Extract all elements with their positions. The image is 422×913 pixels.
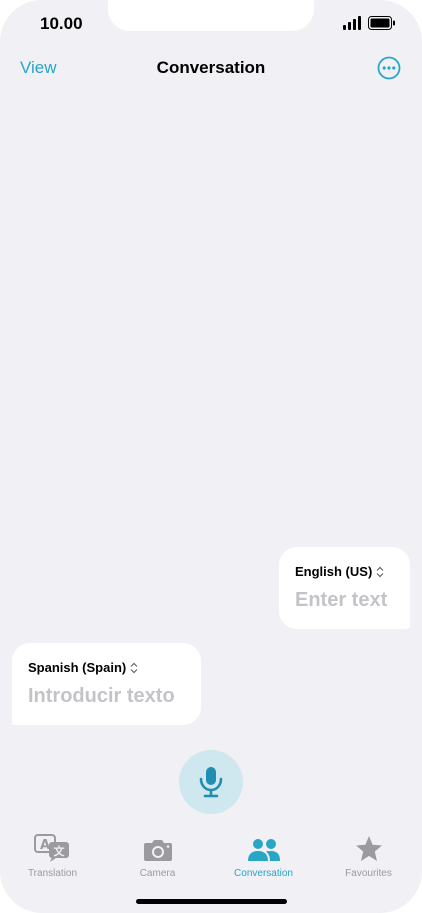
signal-icon [343,16,361,30]
spanish-input-bubble: Spanish (Spain) Introducir texto [12,643,201,725]
translate-icon: A 文 [33,834,69,862]
spanish-language-label: Spanish (Spain) [28,660,127,675]
tab-bar: A 文 Translation Camera Conversation Favo… [0,828,422,888]
spanish-text-input[interactable]: Introducir texto [28,685,175,708]
more-options-icon[interactable] [377,56,401,80]
tab-translation[interactable]: A 文 Translation [0,828,105,879]
tab-conversation-label: Conversation [234,868,293,879]
english-language-selector[interactable]: English (US) [295,564,384,579]
english-language-label: English (US) [295,564,373,579]
bubble-tail [398,612,413,629]
tab-camera[interactable]: Camera [105,828,210,879]
bubble-tail [9,708,24,725]
battery-icon [368,16,395,30]
status-time: 10.00 [40,14,83,33]
microphone-icon [199,767,223,798]
notch [108,0,314,31]
microphone-button[interactable] [179,750,243,814]
phone-screen: 10.00 View Conversation English (US) Ent… [0,0,422,913]
svg-text:文: 文 [53,844,65,858]
tab-favourites[interactable]: Favourites [316,828,421,879]
svg-text:A: A [39,838,49,853]
camera-icon [143,840,172,861]
tab-camera-label: Camera [139,868,176,879]
spanish-language-selector[interactable]: Spanish (Spain) [28,660,138,675]
chevron-up-down-icon [130,662,138,673]
english-input-bubble: English (US) Enter text [279,547,410,629]
page-title: Conversation [156,58,266,77]
english-text-input[interactable]: Enter text [295,589,387,612]
chevron-up-down-icon [376,566,384,577]
home-indicator [136,899,287,904]
star-icon [355,836,382,861]
people-icon [247,839,280,861]
tab-conversation[interactable]: Conversation [211,828,316,879]
tab-favourites-label: Favourites [345,868,392,879]
tab-translation-label: Translation [27,868,78,879]
